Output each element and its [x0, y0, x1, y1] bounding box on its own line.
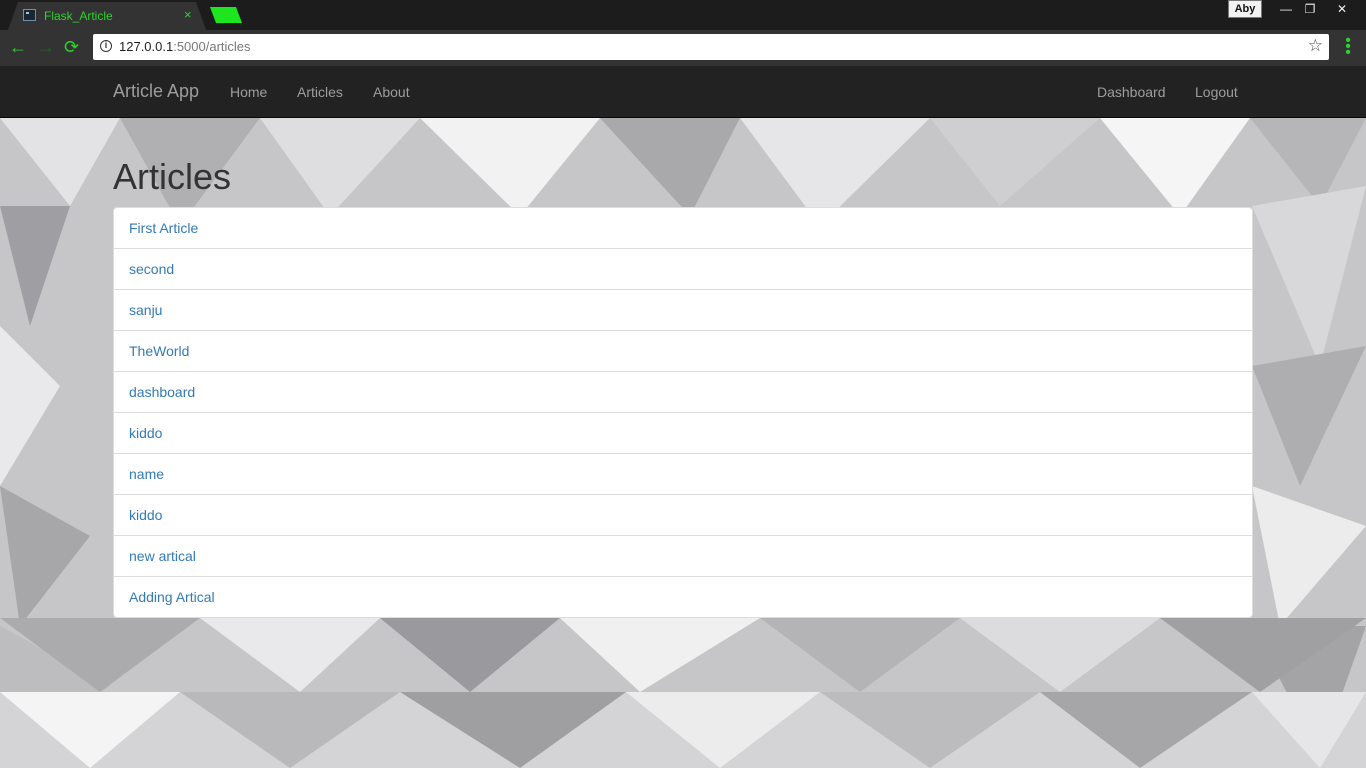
article-link[interactable]: kiddo [114, 494, 1252, 535]
article-link[interactable]: new artical [114, 535, 1252, 576]
nav-link-dashboard[interactable]: Dashboard [1097, 84, 1166, 100]
page-title: Articles [113, 156, 232, 197]
browser-menu-icon[interactable]: • • • [1344, 33, 1352, 61]
address-bar[interactable]: i 127.0.0.1:5000/articles ☆ [93, 34, 1329, 60]
tab-strip: Flask_Article × Aby — ❐ ✕ [0, 0, 1366, 30]
page-viewport: Article App Home Articles About Dashboar… [0, 66, 1366, 768]
nav-link-home[interactable]: Home [230, 84, 267, 100]
back-arrow-icon[interactable]: ← [9, 38, 27, 56]
navbar-brand[interactable]: Article App [113, 81, 199, 102]
bookmark-star-icon[interactable]: ☆ [1308, 36, 1323, 56]
forward-arrow-icon[interactable]: → [37, 38, 55, 56]
nav-link-logout[interactable]: Logout [1195, 84, 1238, 100]
close-window-icon[interactable]: ✕ [1326, 0, 1358, 18]
new-tab-button[interactable] [210, 7, 242, 23]
articles-list: First Article second sanju TheWorld dash… [113, 207, 1253, 618]
article-link[interactable]: Adding Artical [114, 576, 1252, 617]
restore-icon[interactable]: ❐ [1294, 0, 1326, 18]
profile-button[interactable]: Aby [1228, 0, 1262, 18]
site-navbar: Article App Home Articles About Dashboar… [0, 66, 1366, 118]
article-link[interactable]: sanju [114, 289, 1252, 330]
window-controls: — ❐ ✕ [1270, 0, 1366, 18]
article-link[interactable]: First Article [114, 208, 1252, 248]
site-info-icon[interactable]: i [100, 40, 112, 52]
article-link[interactable]: second [114, 248, 1252, 289]
article-link[interactable]: kiddo [114, 412, 1252, 453]
article-link[interactable]: dashboard [114, 371, 1252, 412]
tab-title: Flask_Article [44, 9, 113, 23]
article-link[interactable]: name [114, 453, 1252, 494]
tab-close-icon[interactable]: × [184, 7, 192, 22]
reload-icon[interactable]: ⟳ [64, 38, 79, 56]
nav-link-about[interactable]: About [373, 84, 410, 100]
url-text[interactable]: 127.0.0.1:5000/articles [119, 39, 251, 54]
terminal-favicon-icon [23, 9, 36, 21]
nav-link-articles[interactable]: Articles [297, 84, 343, 100]
url-path: :5000/articles [173, 39, 251, 54]
browser-tab[interactable]: Flask_Article × [8, 2, 206, 30]
url-host: 127.0.0.1 [119, 39, 174, 54]
article-link[interactable]: TheWorld [114, 330, 1252, 371]
